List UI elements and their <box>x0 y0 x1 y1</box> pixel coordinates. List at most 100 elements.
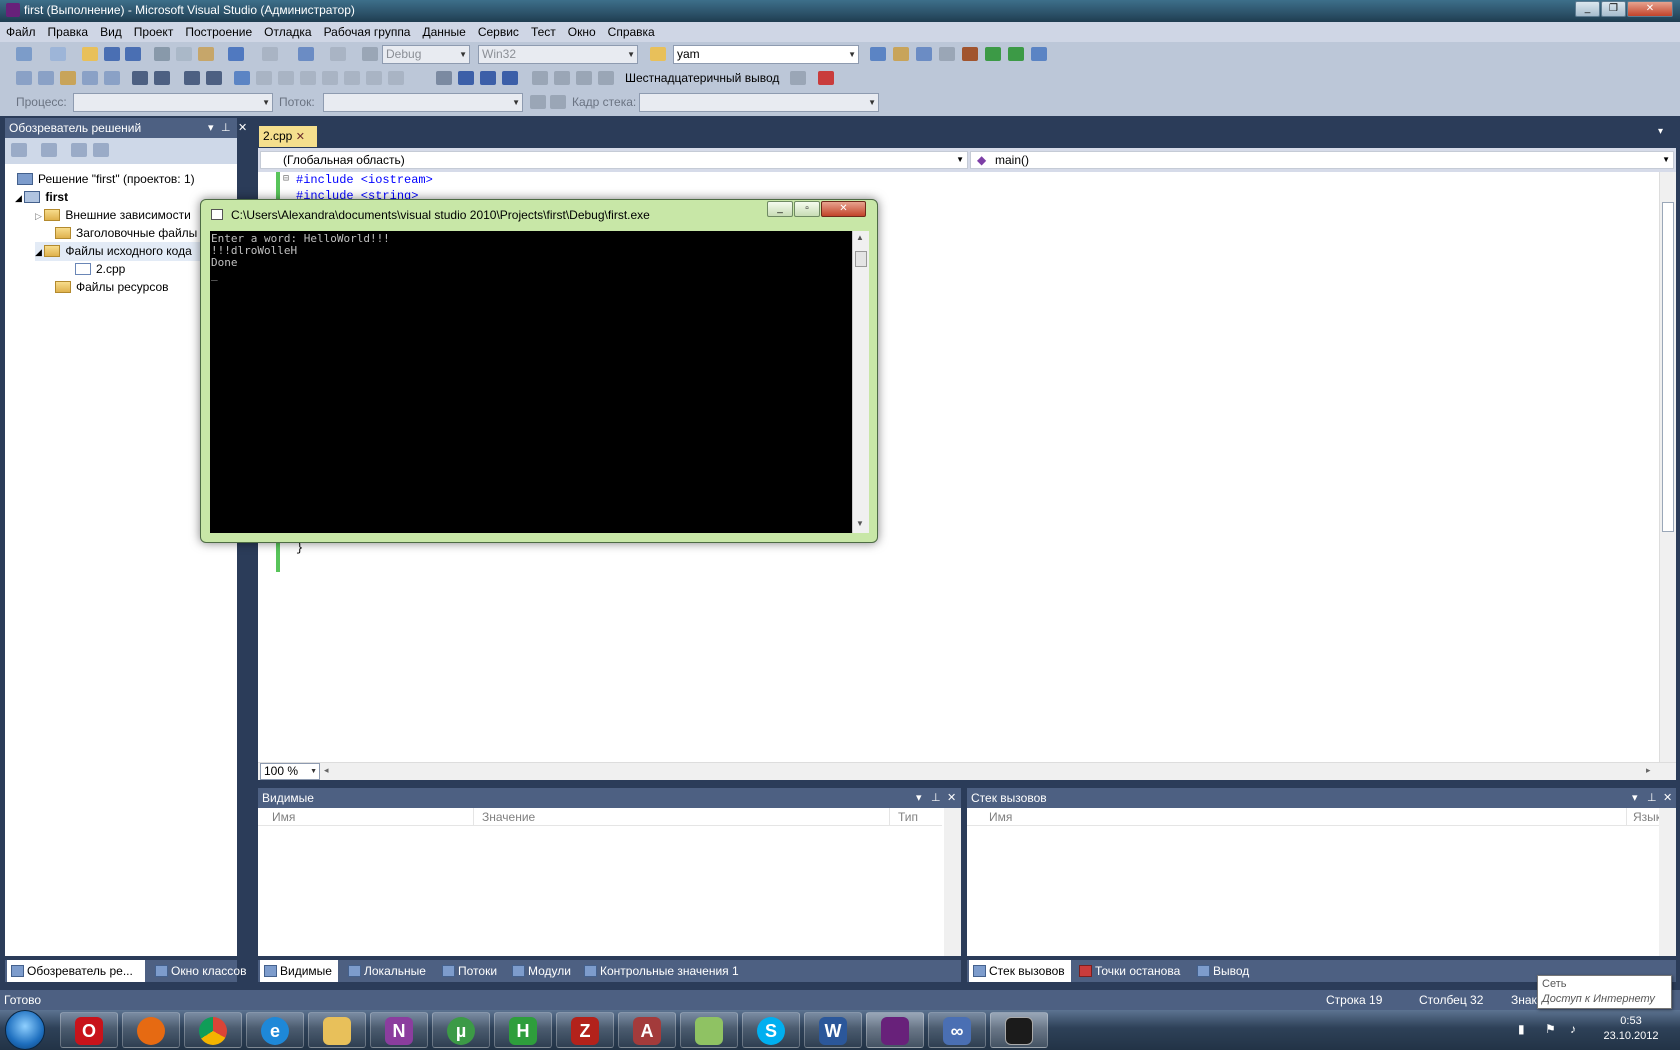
bookmark-window-icon[interactable] <box>366 71 382 85</box>
taskbar-html-editor[interactable]: H <box>494 1012 552 1048</box>
console-scroll-thumb[interactable] <box>855 251 867 267</box>
taskbar-utorrent[interactable]: µ <box>432 1012 490 1048</box>
locals-scrollbar[interactable] <box>944 808 961 956</box>
flag-just-my-code-icon[interactable] <box>550 95 566 109</box>
menu-edit[interactable]: Правка <box>42 22 95 42</box>
maximize-button[interactable]: ❐ <box>1601 1 1626 17</box>
save-icon[interactable] <box>104 47 120 61</box>
quick-info-icon[interactable] <box>82 71 98 85</box>
save-all-icon[interactable] <box>125 47 141 61</box>
start-debug-icon[interactable] <box>362 47 378 61</box>
taskbar-console[interactable] <box>990 1012 1048 1048</box>
properties-icon[interactable] <box>11 143 27 157</box>
find-icon[interactable] <box>388 71 404 85</box>
tree-item-header-files[interactable]: Заголовочные файлы <box>55 224 197 242</box>
refresh-icon[interactable] <box>71 143 87 157</box>
menu-view[interactable]: Вид <box>94 22 128 42</box>
tab-threads[interactable]: Потоки <box>438 960 510 982</box>
step-into-icon[interactable] <box>554 71 570 85</box>
complete-word-icon[interactable] <box>104 71 120 85</box>
class-diagram-icon[interactable] <box>93 143 109 157</box>
scroll-thumb[interactable] <box>1662 202 1674 532</box>
command-window-icon[interactable] <box>1031 47 1047 61</box>
tab-class-view[interactable]: Окно классов <box>151 960 246 982</box>
col-name[interactable]: Имя <box>258 808 474 826</box>
col-type[interactable]: Тип <box>890 808 942 826</box>
thread-select[interactable]: ▼ <box>323 93 523 112</box>
tab-modules[interactable]: Модули <box>508 960 582 982</box>
dropdown-icon[interactable]: ▾ <box>1632 788 1638 808</box>
close-icon[interactable]: ✕ <box>1663 788 1672 808</box>
pin-icon[interactable]: ⊥ <box>221 118 231 138</box>
doc-tab-2cpp[interactable]: 2.cpp ✕ <box>259 126 317 147</box>
start-button[interactable] <box>5 1010 45 1050</box>
zoom-select[interactable]: 100 % ▼ <box>260 763 320 780</box>
minimize-button[interactable]: _ <box>1575 1 1600 17</box>
next-bookmark-icon[interactable] <box>278 71 294 85</box>
tree-item-project[interactable]: ◢ first <box>15 188 68 207</box>
tray-flag-icon[interactable]: ⚑ <box>1545 1022 1556 1036</box>
stop-debugging-icon[interactable] <box>480 71 496 85</box>
hex-display-toggle[interactable]: Шестнадцатеричный вывод <box>625 70 779 86</box>
parameter-info-icon[interactable] <box>60 71 76 85</box>
menu-build[interactable]: Построение <box>179 22 258 42</box>
find-in-files-icon[interactable] <box>650 47 666 61</box>
redo-icon[interactable] <box>262 47 278 61</box>
menu-team[interactable]: Рабочая группа <box>318 22 417 42</box>
editor-vertical-scrollbar[interactable] <box>1659 172 1676 762</box>
taskbar-firefox[interactable] <box>122 1012 180 1048</box>
comment-icon[interactable] <box>184 71 200 85</box>
toolbox-icon[interactable] <box>939 47 955 61</box>
tab-autos[interactable]: Видимые <box>260 960 338 982</box>
menu-help[interactable]: Справка <box>602 22 661 42</box>
taskbar-explorer[interactable] <box>308 1012 366 1048</box>
tray-volume-icon[interactable]: ♪ <box>1570 1022 1576 1036</box>
tree-item-cpp-file[interactable]: 2.cpp <box>75 260 125 278</box>
uncomment-icon[interactable] <box>206 71 222 85</box>
pin-icon[interactable]: ⊥ <box>1647 788 1657 808</box>
prev-bookmark-icon[interactable] <box>256 71 272 85</box>
menu-data[interactable]: Данные <box>416 22 471 42</box>
clear-bookmarks-icon[interactable] <box>344 71 360 85</box>
flag-thread-icon[interactable] <box>530 95 546 109</box>
expand-arrow-icon[interactable]: ◢ <box>15 193 24 203</box>
find-combo[interactable]: yam ▼ <box>673 45 859 64</box>
cut-icon[interactable] <box>154 47 170 61</box>
step-over-icon[interactable] <box>576 71 592 85</box>
member-list-icon[interactable] <box>38 71 54 85</box>
properties-icon[interactable] <box>893 47 909 61</box>
clock[interactable]: 0:53 23.10.2012 <box>1595 1014 1667 1044</box>
undo-icon[interactable] <box>228 47 244 61</box>
stackframe-select[interactable]: ▼ <box>639 93 879 112</box>
scroll-down-icon[interactable]: ▼ <box>856 519 864 528</box>
tab-breakpoints[interactable]: Точки останова <box>1075 960 1189 982</box>
break-all-icon[interactable] <box>458 71 474 85</box>
scroll-left-icon[interactable]: ◂ <box>324 765 329 776</box>
object-browser-icon[interactable] <box>916 47 932 61</box>
extension-manager-icon[interactable] <box>1008 47 1024 61</box>
add-item-icon[interactable] <box>50 47 66 61</box>
tab-call-stack[interactable]: Стек вызовов <box>969 960 1071 982</box>
tab-output[interactable]: Вывод <box>1193 960 1253 982</box>
taskbar-word[interactable]: W <box>804 1012 862 1048</box>
tree-item-external-deps[interactable]: ▷ Внешние зависимости <box>35 206 191 225</box>
console-minimize-button[interactable]: _ <box>767 201 793 217</box>
text-editor-icon[interactable] <box>16 71 32 85</box>
member-select[interactable]: ◆ main() ▼ <box>970 151 1674 169</box>
scroll-up-icon[interactable]: ▲ <box>856 233 864 242</box>
navigate-back-icon[interactable] <box>298 47 314 61</box>
scroll-right-icon[interactable]: ▸ <box>1646 765 1651 776</box>
doc-list-dropdown-icon[interactable]: ▾ <box>1658 126 1663 137</box>
col-name[interactable]: Имя <box>967 808 1627 826</box>
console-maximize-button[interactable]: ▫ <box>794 201 820 217</box>
tools-icon[interactable] <box>962 47 978 61</box>
new-project-icon[interactable] <box>16 47 32 61</box>
start-page-icon[interactable] <box>985 47 1001 61</box>
tab-solution-explorer[interactable]: Обозреватель ре... <box>7 960 145 982</box>
show-all-files-icon[interactable] <box>41 143 57 157</box>
paste-icon[interactable] <box>198 47 214 61</box>
debug-location-icon[interactable] <box>790 71 806 85</box>
restart-icon[interactable] <box>502 71 518 85</box>
outline-collapse-icon[interactable]: ⊟ <box>283 172 289 188</box>
process-select[interactable]: ▼ <box>73 93 273 112</box>
